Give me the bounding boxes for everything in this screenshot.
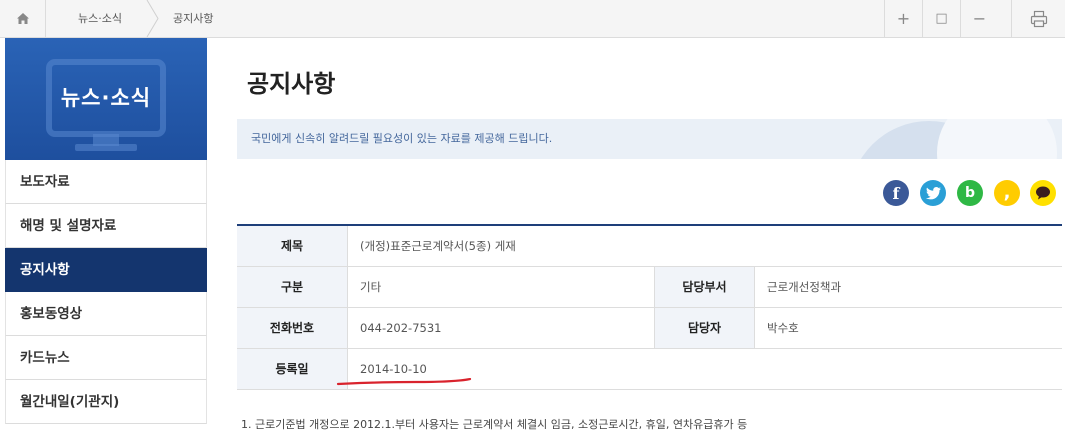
manager-value: 박수호: [754, 308, 1062, 348]
facebook-icon: f: [892, 183, 900, 203]
kakaotalk-share-button[interactable]: [1030, 180, 1056, 206]
kakaostory-icon: ,: [1003, 182, 1011, 203]
phone-label: 전화번호: [237, 308, 347, 348]
breadcrumb-item-notice[interactable]: 공지사항: [173, 0, 213, 37]
zoom-reset-button[interactable]: □: [922, 0, 960, 37]
manager-label: 담당자: [655, 308, 754, 348]
breadcrumb-separator: [146, 0, 159, 37]
sidebar-item-promo-video[interactable]: 홍보동영상: [5, 292, 207, 336]
sidebar-item-notice[interactable]: 공지사항: [5, 248, 207, 292]
post-body-text: 1. 근로기준법 개정으로 2012.1.부터 사용자는 근로계약서 체결시 임…: [241, 418, 748, 431]
sidebar-title: 뉴스·소식: [60, 86, 152, 110]
zoom-in-button[interactable]: +: [884, 0, 922, 37]
page-title: 공지사항: [247, 70, 336, 98]
sidebar-header: 뉴스·소식: [5, 38, 207, 160]
band-share-button[interactable]: b: [957, 180, 983, 206]
plus-icon: +: [896, 9, 911, 28]
twitter-share-button[interactable]: [920, 180, 946, 206]
printer-icon: [1030, 10, 1047, 27]
twitter-icon: [925, 186, 941, 199]
post-info-table: 제목 (개정)표준근로계약서(5종) 게재 구분 기타 담당부서 근로개선정책과…: [237, 224, 1062, 390]
title-label: 제목: [237, 226, 347, 266]
sidebar-menu: 보도자료 해명 및 설명자료 공지사항 홍보동영상 카드뉴스 월간내일(기관지): [5, 160, 207, 424]
square-icon: □: [935, 11, 948, 26]
title-value: (개정)표준근로계약서(5종) 게재: [347, 226, 1062, 266]
intro-banner: 국민에게 신속히 알려드릴 필요성이 있는 자료를 제공해 드립니다.: [237, 119, 1062, 159]
print-button[interactable]: [1011, 0, 1065, 37]
facebook-share-button[interactable]: f: [883, 180, 909, 206]
sidebar-item-card-news[interactable]: 카드뉴스: [5, 336, 207, 380]
band-icon: b: [964, 185, 976, 201]
department-value: 근로개선정책과: [754, 267, 1062, 307]
table-row: 전화번호 044-202-7531 담당자 박수호: [237, 308, 1062, 349]
breadcrumb-item-news[interactable]: 뉴스·소식: [78, 0, 122, 37]
top-bar: 뉴스·소식 공지사항 + □ −: [0, 0, 1065, 38]
phone-value: 044-202-7531: [347, 308, 655, 348]
table-row: 구분 기타 담당부서 근로개선정책과: [237, 267, 1062, 308]
department-label: 담당부서: [655, 267, 754, 307]
category-value: 기타: [347, 267, 655, 307]
zoom-out-button[interactable]: −: [960, 0, 998, 37]
sidebar-item-press-release[interactable]: 보도자료: [5, 160, 207, 204]
kakaostory-share-button[interactable]: ,: [994, 180, 1020, 206]
sidebar-item-explanation[interactable]: 해명 및 설명자료: [5, 204, 207, 248]
home-button[interactable]: [0, 0, 46, 37]
date-label: 등록일: [237, 349, 347, 389]
banner-text: 국민에게 신속히 알려드릴 필요성이 있는 자료를 제공해 드립니다.: [251, 132, 553, 145]
category-label: 구분: [237, 267, 347, 307]
annotation-underline: [336, 378, 472, 386]
sidebar-item-monthly[interactable]: 월간내일(기관지): [5, 380, 207, 424]
table-row: 제목 (개정)표준근로계약서(5종) 게재: [237, 226, 1062, 267]
kakaotalk-icon: [1036, 186, 1050, 200]
home-icon: [16, 13, 29, 24]
minus-icon: −: [972, 9, 987, 28]
